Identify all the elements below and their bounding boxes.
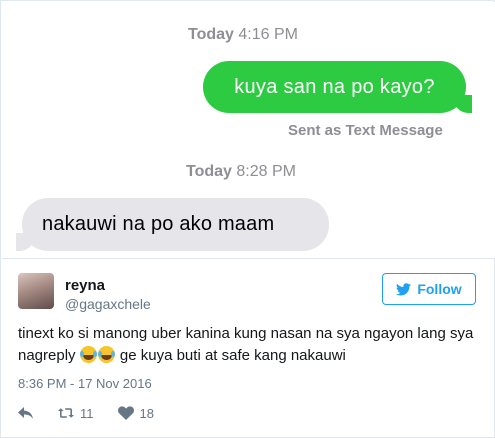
like-count: 18 bbox=[139, 405, 154, 421]
like-button[interactable]: 18 bbox=[117, 405, 154, 421]
divider bbox=[2, 258, 495, 259]
face-with-tears-of-joy-icon bbox=[79, 346, 97, 363]
reply-button[interactable] bbox=[18, 406, 34, 420]
message-timestamp: Today 8:28 PM bbox=[186, 163, 296, 181]
timestamp-day: Today bbox=[186, 163, 232, 180]
message-timestamp: Today 4:16 PM bbox=[188, 26, 298, 44]
face-with-tears-of-joy-icon bbox=[97, 346, 115, 363]
user-handle[interactable]: @gagaxchele bbox=[65, 296, 151, 312]
retweet-count: 11 bbox=[80, 405, 94, 421]
reply-icon bbox=[18, 407, 33, 419]
follow-button[interactable]: Follow bbox=[382, 273, 476, 305]
tweet-text-part: ge kuya buti at safe kang nakauwi bbox=[115, 347, 346, 364]
avatar[interactable] bbox=[18, 273, 54, 309]
follow-label: Follow bbox=[417, 281, 462, 297]
incoming-message-bubble: nakauwi na po ako maam bbox=[16, 198, 329, 251]
timestamp-time: 4:16 PM bbox=[238, 26, 298, 43]
retweet-icon bbox=[58, 408, 74, 418]
timestamp-day: Today bbox=[188, 26, 234, 43]
retweet-button[interactable]: 11 bbox=[58, 406, 94, 421]
delivery-status: Sent as Text Message bbox=[288, 122, 443, 139]
timestamp-time: 8:28 PM bbox=[236, 163, 296, 180]
tweet-text: tinext ko si manong uber kanina kung nas… bbox=[18, 323, 483, 367]
tweet-actions: 11 18 bbox=[18, 403, 154, 423]
display-name[interactable]: reyna bbox=[65, 277, 105, 294]
tweet-timestamp[interactable]: 8:36 PM - 17 Nov 2016 bbox=[18, 376, 152, 391]
imessage-screenshot: Today 4:16 PM kuya san na po kayo? Sent … bbox=[2, 2, 495, 258]
twitter-bird-icon bbox=[396, 282, 412, 295]
heart-icon bbox=[117, 406, 134, 420]
tweet-card: Today 4:16 PM kuya san na po kayo? Sent … bbox=[0, 0, 495, 438]
outgoing-message-bubble: kuya san na po kayo? bbox=[203, 61, 472, 113]
